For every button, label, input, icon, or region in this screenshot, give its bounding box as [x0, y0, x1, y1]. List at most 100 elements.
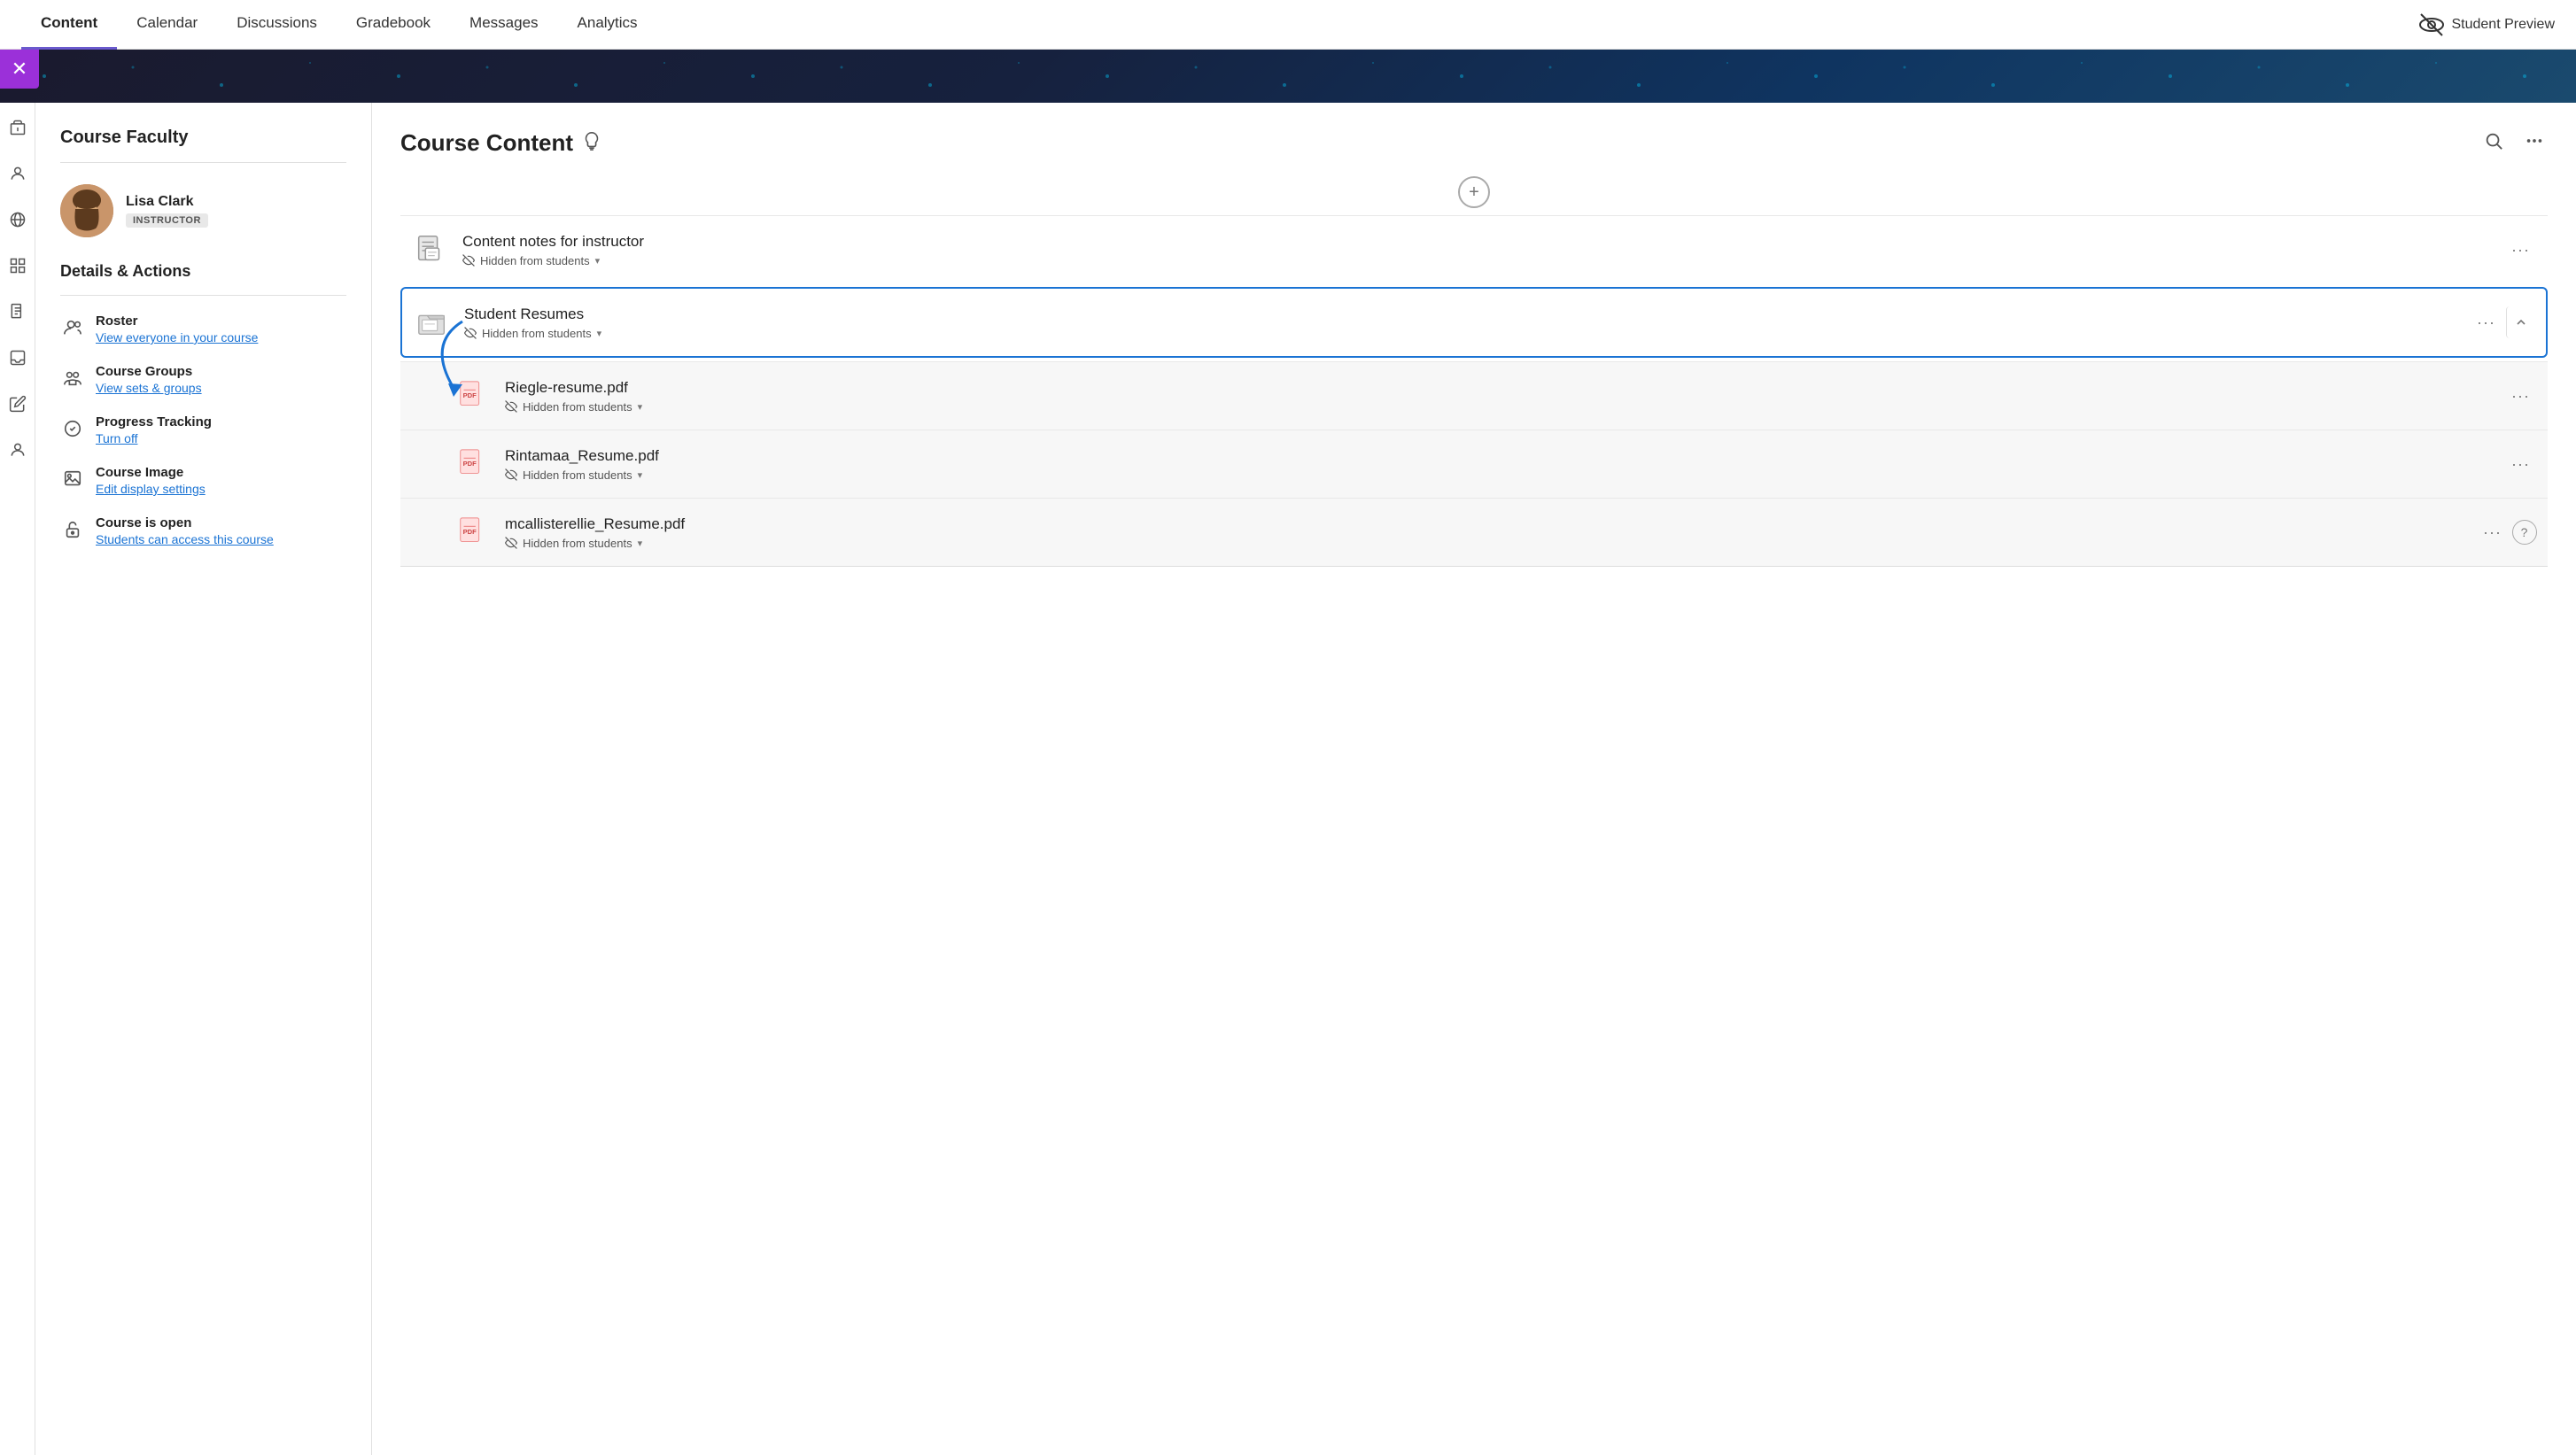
groups-icon — [60, 366, 85, 391]
turn-off-link[interactable]: Turn off — [96, 431, 212, 445]
notes-menu-button[interactable]: ··· — [2504, 237, 2537, 263]
rintamaa-menu-button[interactable]: ··· — [2504, 452, 2537, 477]
notes-visibility[interactable]: Hidden from students ▾ — [462, 254, 2492, 267]
riegle-title: Riegle-resume.pdf — [505, 379, 2492, 397]
top-navigation: Content Calendar Discussions Gradebook M… — [0, 0, 2576, 50]
image-text: Course Image Edit display settings — [96, 465, 206, 496]
rintamaa-visibility-text: Hidden from students — [523, 468, 632, 482]
mcallister-details: mcallisterellie_Resume.pdf Hidden from s… — [505, 515, 2463, 550]
mcallister-actions: ··· ? — [2476, 520, 2537, 546]
pdf-icon-mcallister: PDF — [454, 513, 493, 552]
rintamaa-title: Rintamaa_Resume.pdf — [505, 447, 2492, 465]
rail-doc-icon[interactable] — [4, 298, 32, 326]
tab-analytics[interactable]: Analytics — [558, 0, 657, 50]
roster-label: Roster — [96, 313, 258, 329]
instructor-name: Lisa Clark — [126, 194, 208, 210]
details-actions-title: Details & Actions — [60, 262, 346, 281]
riegle-details: Riegle-resume.pdf Hidden from students ▾ — [505, 379, 2492, 414]
riegle-visibility-text: Hidden from students — [523, 400, 632, 414]
groups-label: Course Groups — [96, 364, 202, 379]
course-banner — [0, 50, 2576, 103]
visibility-caret: ▾ — [595, 255, 601, 267]
riegle-menu-button[interactable]: ··· — [2504, 383, 2537, 409]
view-groups-link[interactable]: View sets & groups — [96, 381, 202, 395]
rail-user-bottom-icon[interactable] — [4, 436, 32, 464]
rail-inbox-icon[interactable] — [4, 344, 32, 372]
close-icon: ✕ — [12, 59, 27, 79]
image-label: Course Image — [96, 465, 206, 480]
resumes-expand-button[interactable] — [2506, 306, 2535, 338]
rail-edit-icon[interactable] — [4, 390, 32, 418]
blue-arrow-annotation — [409, 317, 516, 406]
resumes-actions: ··· — [2470, 306, 2535, 338]
instructor-section: Lisa Clark INSTRUCTOR — [60, 184, 346, 237]
content-item-mcallister: PDF mcallisterellie_Resume.pdf Hidden fr… — [400, 498, 2548, 567]
main-layout: Course Faculty — [0, 103, 2576, 1455]
notes-details: Content notes for instructor Hidden from… — [462, 233, 2492, 267]
content-area: Course Content — [372, 103, 2576, 1455]
rintamaa-actions: ··· — [2504, 452, 2537, 477]
action-item-groups: Course Groups View sets & groups — [60, 364, 346, 395]
search-button[interactable] — [2480, 128, 2507, 159]
rail-grid-icon[interactable] — [4, 252, 32, 280]
svg-text:PDF: PDF — [463, 460, 477, 468]
close-button[interactable]: ✕ — [0, 50, 39, 89]
left-panel: Course Faculty — [35, 103, 372, 1455]
tab-discussions[interactable]: Discussions — [217, 0, 337, 50]
icon-rail — [0, 103, 35, 1455]
tab-gradebook[interactable]: Gradebook — [337, 0, 450, 50]
pdf-icon-rintamaa: PDF — [454, 445, 493, 484]
content-header: Course Content — [400, 128, 2548, 159]
mcallister-visibility[interactable]: Hidden from students ▾ — [505, 537, 2463, 550]
student-preview-icon — [2419, 12, 2444, 37]
avatar — [60, 184, 113, 237]
edit-display-link[interactable]: Edit display settings — [96, 482, 206, 496]
progress-label: Progress Tracking — [96, 414, 212, 430]
sub-items-area: PDF Riegle-resume.pdf Hidden from studen… — [400, 361, 2548, 567]
resumes-caret: ▾ — [597, 328, 602, 339]
mcallister-title: mcallisterellie_Resume.pdf — [505, 515, 2463, 533]
riegle-visibility[interactable]: Hidden from students ▾ — [505, 400, 2492, 414]
progress-icon — [60, 416, 85, 441]
course-open-label: Course is open — [96, 515, 274, 530]
resumes-visibility[interactable]: Hidden from students ▾ — [464, 327, 2457, 340]
action-item-progress: Progress Tracking Turn off — [60, 414, 346, 445]
student-preview-button[interactable]: Student Preview — [2419, 12, 2555, 37]
riegle-actions: ··· — [2504, 383, 2537, 409]
content-title-row: Course Content — [400, 129, 601, 157]
rail-person-icon[interactable] — [4, 159, 32, 188]
instructor-info: Lisa Clark INSTRUCTOR — [126, 194, 208, 228]
tab-calendar[interactable]: Calendar — [117, 0, 217, 50]
action-item-access: Course is open Students can access this … — [60, 515, 346, 546]
access-text: Course is open Students can access this … — [96, 515, 274, 546]
rail-globe-icon[interactable] — [4, 205, 32, 234]
students-access-link[interactable]: Students can access this course — [96, 532, 274, 546]
resumes-details: Student Resumes Hidden from students ▾ — [464, 306, 2457, 340]
notes-actions: ··· — [2504, 237, 2537, 263]
instructor-badge: INSTRUCTOR — [126, 213, 208, 228]
action-item-roster: Roster View everyone in your course — [60, 313, 346, 344]
mcallister-help-button[interactable]: ? — [2512, 520, 2537, 545]
notes-visibility-text: Hidden from students — [480, 254, 590, 267]
add-icon: + — [1469, 182, 1479, 203]
rail-building-icon[interactable] — [4, 113, 32, 142]
tab-content[interactable]: Content — [21, 0, 117, 50]
add-content-button[interactable]: + — [1458, 176, 1490, 208]
rintamaa-caret: ▾ — [638, 469, 643, 481]
mcallister-visibility-text: Hidden from students — [523, 537, 632, 550]
student-preview-label: Student Preview — [2451, 17, 2555, 33]
header-actions — [2480, 128, 2548, 159]
view-everyone-link[interactable]: View everyone in your course — [96, 330, 258, 344]
roster-text: Roster View everyone in your course — [96, 313, 258, 344]
resumes-menu-button[interactable]: ··· — [2470, 310, 2502, 336]
mcallister-menu-button[interactable]: ··· — [2476, 520, 2509, 546]
content-title: Course Content — [400, 129, 573, 157]
bulb-icon[interactable] — [582, 131, 601, 155]
add-content-row: + — [400, 176, 2548, 208]
tab-messages[interactable]: Messages — [450, 0, 557, 50]
more-options-button[interactable] — [2521, 128, 2548, 159]
lock-open-icon — [60, 517, 85, 542]
rintamaa-visibility[interactable]: Hidden from students ▾ — [505, 468, 2492, 482]
roster-icon — [60, 315, 85, 340]
riegle-caret: ▾ — [638, 401, 643, 413]
